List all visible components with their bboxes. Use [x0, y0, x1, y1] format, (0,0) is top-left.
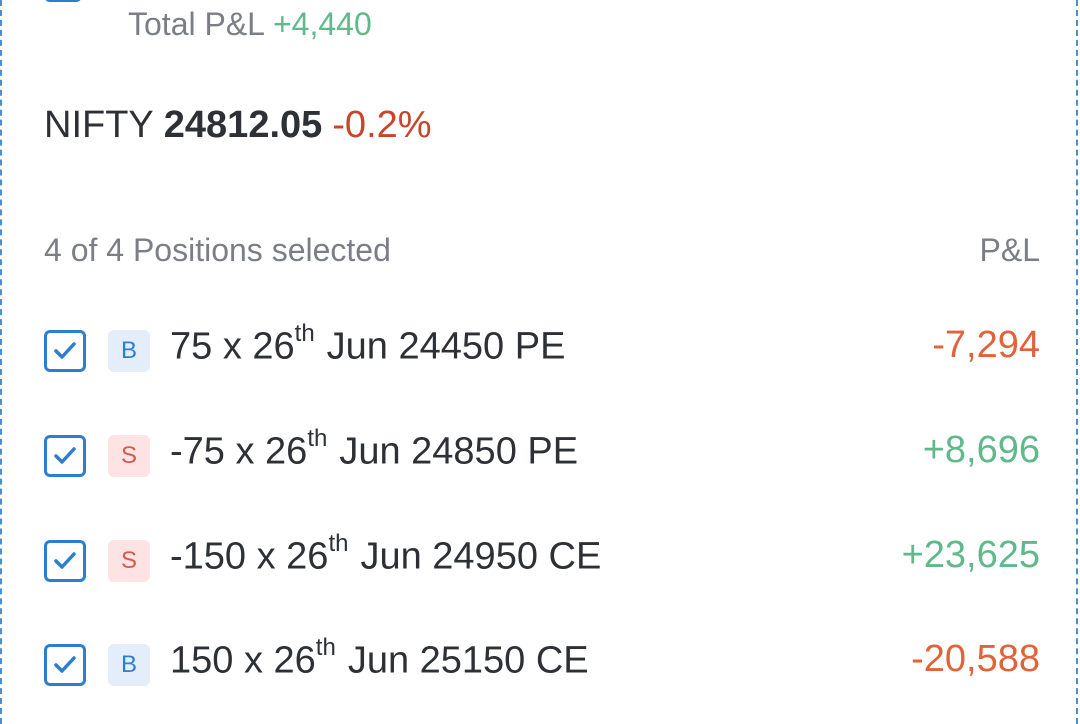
instrument-contract: Jun 24850 PE — [339, 430, 579, 473]
pl-column-header: P&L — [979, 232, 1040, 268]
total-pl-label: Total P&L — [128, 6, 265, 42]
sell-badge: S — [108, 540, 150, 582]
total-pl: Total P&L +4,440 — [128, 6, 372, 43]
instrument-qty: -75 x 26 — [170, 430, 308, 473]
instrument-qty: -150 x 26 — [170, 535, 329, 578]
instrument-label: 75 x 26th Jun 24450 PE — [170, 320, 566, 369]
instrument-ordinal: th — [307, 425, 328, 452]
instrument-contract: Jun 24450 PE — [326, 325, 566, 368]
position-pl: +23,625 — [901, 534, 1040, 576]
position-checkbox[interactable] — [44, 435, 86, 477]
index-price: 24812.05 — [163, 104, 323, 146]
position-checkbox[interactable] — [44, 644, 86, 686]
instrument-qty: 150 x 26 — [170, 639, 316, 682]
instrument-contract: Jun 24950 CE — [360, 535, 602, 578]
position-row[interactable]: S -150 x 26th Jun 24950 CE +23,625 — [44, 530, 1040, 590]
checkmark-icon — [54, 447, 76, 464]
buy-badge: B — [108, 644, 150, 686]
instrument-contract: Jun 25150 CE — [347, 639, 589, 682]
instrument-ordinal: th — [328, 530, 349, 557]
checkmark-icon — [54, 342, 76, 359]
position-pl: +8,696 — [922, 429, 1040, 471]
panel-frame: Total P&L +4,440 NIFTY 24812.05 -0.2% 4 of … — [0, 0, 1078, 724]
position-pl: -7,294 — [932, 324, 1040, 366]
index-change: -0.2% — [332, 104, 432, 146]
checkmark-icon — [54, 552, 76, 569]
index-name: NIFTY — [44, 104, 154, 146]
position-row[interactable]: B 150 x 26th Jun 25150 CE -20,588 — [44, 634, 1040, 694]
positions-header: 4 of 4 Positions selected P&L — [44, 232, 1040, 269]
position-checkbox[interactable] — [44, 540, 86, 582]
sell-badge: S — [108, 435, 150, 477]
instrument-label: -150 x 26th Jun 24950 CE — [170, 530, 602, 579]
instrument-qty: 75 x 26 — [170, 325, 295, 368]
select-all-checkbox[interactable] — [44, 0, 82, 2]
position-row[interactable]: B 75 x 26th Jun 24450 PE -7,294 — [44, 320, 1040, 380]
instrument-label: 150 x 26th Jun 25150 CE — [170, 634, 589, 683]
total-pl-value: +4,440 — [272, 6, 372, 42]
buy-badge: B — [108, 330, 150, 372]
instrument-label: -75 x 26th Jun 24850 PE — [170, 425, 579, 474]
index-quote: NIFTY 24812.05 -0.2% — [44, 104, 432, 147]
position-checkbox[interactable] — [44, 330, 86, 372]
instrument-ordinal: th — [315, 634, 336, 661]
checkmark-icon — [54, 656, 76, 673]
position-row[interactable]: S -75 x 26th Jun 24850 PE +8,696 — [44, 425, 1040, 485]
positions-selected-count: 4 of 4 Positions selected — [44, 232, 391, 268]
instrument-ordinal: th — [294, 320, 315, 347]
position-pl: -20,588 — [911, 638, 1040, 680]
